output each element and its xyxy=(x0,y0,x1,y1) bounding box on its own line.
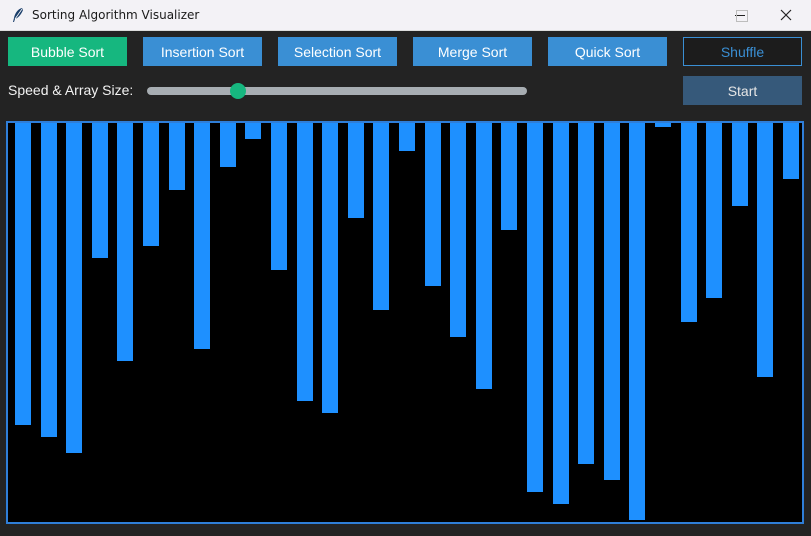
feather-icon xyxy=(6,0,30,30)
array-bar xyxy=(347,123,364,218)
array-bar xyxy=(66,123,83,453)
array-bar xyxy=(757,123,774,377)
array-bar xyxy=(117,123,134,361)
array-bar xyxy=(603,123,620,480)
array-bar xyxy=(629,123,646,520)
array-bar xyxy=(501,123,518,230)
array-bar xyxy=(271,123,287,270)
array-bar xyxy=(168,123,185,190)
window-title: Sorting Algorithm Visualizer xyxy=(32,8,200,22)
bubble-sort-button[interactable]: Bubble Sort xyxy=(8,37,127,66)
array-bar xyxy=(552,123,569,504)
array-bar xyxy=(219,123,236,167)
array-bar xyxy=(194,123,211,349)
array-bar xyxy=(527,123,543,492)
array-bar xyxy=(680,123,697,322)
array-bar xyxy=(783,123,799,179)
array-bar xyxy=(424,123,441,286)
array-bar xyxy=(578,123,595,464)
selection-sort-button[interactable]: Selection Sort xyxy=(278,37,397,66)
array-bar xyxy=(245,123,262,139)
array-bar xyxy=(655,123,671,127)
title-bar: Sorting Algorithm Visualizer xyxy=(0,0,811,31)
start-button[interactable]: Start xyxy=(683,76,802,105)
slider-thumb[interactable] xyxy=(230,83,247,99)
array-bar xyxy=(296,123,313,401)
shuffle-button[interactable]: Shuffle xyxy=(683,37,802,66)
array-bar xyxy=(450,123,467,337)
visualization-canvas xyxy=(6,121,804,524)
merge-sort-button[interactable]: Merge Sort xyxy=(413,37,532,66)
close-icon[interactable] xyxy=(763,0,809,30)
array-bar xyxy=(373,123,390,310)
array-bar xyxy=(91,123,108,258)
array-bar xyxy=(40,123,57,437)
array-bar xyxy=(475,123,492,389)
speed-size-label: Speed & Array Size: xyxy=(8,82,134,98)
array-bar xyxy=(143,123,159,246)
array-bar xyxy=(15,123,31,425)
array-bar xyxy=(322,123,339,413)
window-max-icon[interactable] xyxy=(719,0,765,30)
array-bar xyxy=(399,123,415,151)
speed-size-slider[interactable] xyxy=(147,87,527,95)
insertion-sort-button[interactable]: Insertion Sort xyxy=(143,37,262,66)
quick-sort-button[interactable]: Quick Sort xyxy=(548,37,667,66)
array-bar xyxy=(731,123,748,206)
array-bar xyxy=(706,123,723,298)
